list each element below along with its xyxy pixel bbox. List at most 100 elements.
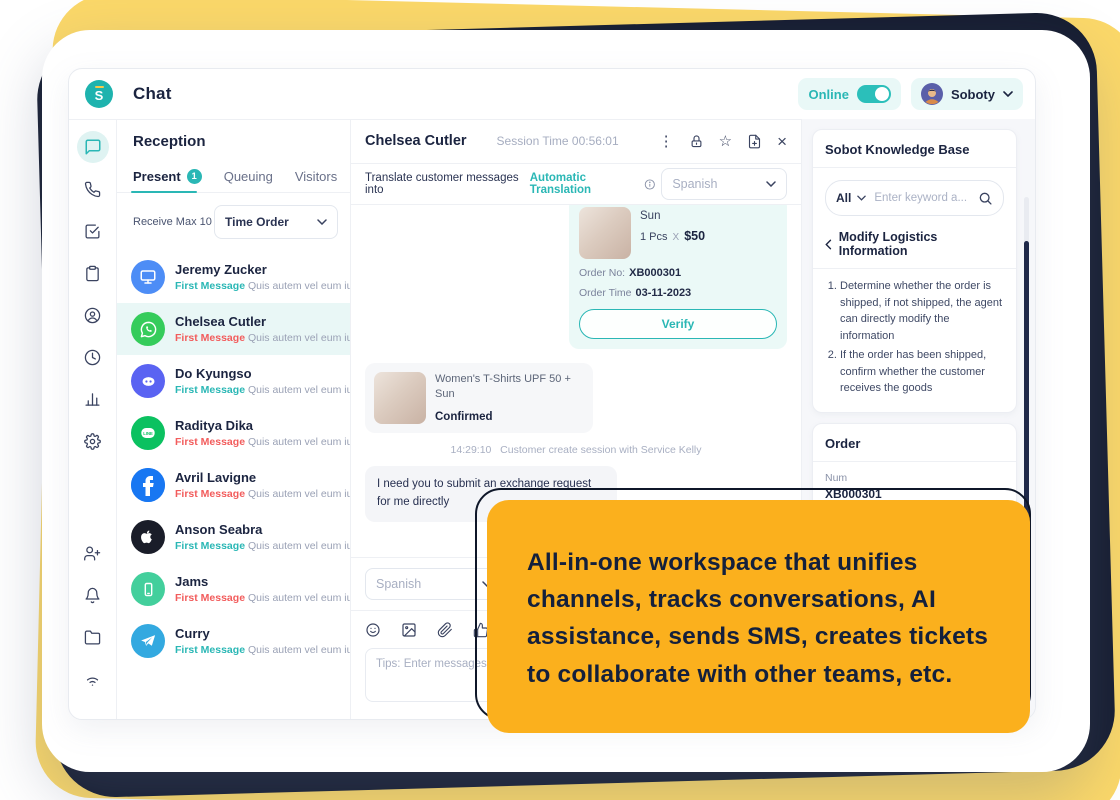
nav-settings-icon[interactable] [77,425,109,457]
first-message-label: First Message [175,436,245,448]
chevron-down-icon [317,219,327,225]
message-preview: Quis autem vel eum iu... [248,488,351,500]
facebook-icon [131,468,165,502]
avatar [921,83,943,105]
svg-text:LINE: LINE [143,431,153,436]
first-message-label: First Message [175,488,245,500]
order-card-title: Order [825,436,1004,451]
hero-image: S Chat Online Soboty [0,0,1120,800]
contact-name: Jams [175,574,351,589]
tab-present-label: Present [133,169,181,184]
scrollbar-thumb[interactable] [1024,241,1029,537]
first-message-label: First Message [175,644,245,656]
discord-icon [131,364,165,398]
nav-call-icon[interactable] [77,173,109,205]
chevron-down-icon [766,181,776,187]
message-preview: Quis autem vel eum iu... [248,540,351,552]
tab-present[interactable]: Present 1 [133,169,202,184]
list-item[interactable]: LINE Raditya Dika First Message Quis aut… [117,407,350,459]
product-image [374,372,426,424]
online-status-pill: Online [798,78,900,110]
line-icon: LINE [131,416,165,450]
list-item[interactable]: Jams First Message Quis autem vel eum iu… [117,563,350,615]
star-icon[interactable]: ☆ [719,134,732,149]
contact-name: Chelsea Cutler [175,314,351,329]
present-count-badge: 1 [187,169,202,184]
user-name: Soboty [951,87,995,102]
more-icon[interactable]: ⋮ [659,134,674,149]
search-filter[interactable]: All [836,191,851,205]
field-label: Num [825,472,1004,484]
nav-ticket-icon[interactable] [77,257,109,289]
message-preview: Quis autem vel eum iu... [248,592,351,604]
message-preview: Quis autem vel eum iu... [248,332,351,344]
product-status: Confirmed [435,411,584,423]
emoji-icon[interactable] [365,622,381,638]
nav-history-icon[interactable] [77,341,109,373]
sort-order-select[interactable]: Time Order [214,205,338,239]
nav-notifications-icon[interactable] [77,579,109,611]
lock-icon[interactable] [689,134,704,149]
info-icon[interactable] [644,178,656,191]
article-title: Modify Logistics Information [839,230,1004,258]
tab-queuing[interactable]: Queuing [224,169,273,184]
knowledge-base-card: Sobot Knowledge Base All Modify Logistic… [812,129,1017,413]
list-item-selected[interactable]: Chelsea Cutler First Message Quis autem … [117,303,350,355]
first-message-label: First Message [175,332,245,344]
top-bar: S Chat Online Soboty [69,69,1035,120]
online-label: Online [808,87,848,102]
translate-mode-link[interactable]: Automatic Translation [530,172,638,196]
callout: All-in-one workspace that unifies channe… [487,500,1030,733]
list-item[interactable]: Jeremy Zucker First Message Quis autem v… [117,251,350,303]
nav-analytics-icon[interactable] [77,383,109,415]
product-image [579,207,631,259]
article-header[interactable]: Modify Logistics Information [825,230,1004,258]
contact-name: Anson Seabra [175,522,351,537]
sobot-logo-icon: S [85,80,113,108]
message-preview: Quis autem vel eum iu... [248,436,351,448]
file-add-icon[interactable] [747,134,762,149]
knowledge-search[interactable]: All [825,180,1004,216]
attachment-icon[interactable] [437,622,453,638]
list-item[interactable]: Anson Seabra First Message Quis autem ve… [117,511,350,563]
message-preview: Quis autem vel eum iu... [248,280,351,292]
nav-agent-add-icon[interactable] [77,537,109,569]
verify-button[interactable]: Verify [579,309,777,339]
chevron-down-icon [857,195,866,201]
tab-visitors[interactable]: Visitors [295,169,337,184]
active-tab-underline [131,191,197,194]
message-preview: Quis autem vel eum iu... [248,644,351,656]
first-message-label: First Message [175,540,245,552]
image-icon[interactable] [401,622,417,638]
callout-text: All-in-one workspace that unifies channe… [527,544,990,693]
product-name: Sun [640,210,705,222]
chat-contact-name: Chelsea Cutler [365,133,467,149]
search-icon[interactable] [978,191,993,206]
order-number: XB000301 [629,267,681,279]
order-message-card: Sun 1 Pcs X $50 Order No:XB000301 Order … [569,205,787,349]
user-menu[interactable]: Soboty [911,78,1023,110]
translate-language-select[interactable]: Spanish [661,168,787,200]
nav-customer-icon[interactable] [77,299,109,331]
web-chat-icon [131,260,165,294]
list-item[interactable]: Do Kyungso First Message Quis autem vel … [117,355,350,407]
nav-chat-icon[interactable] [77,131,109,163]
nav-network-icon[interactable] [77,663,109,695]
order-time: 03-11-2023 [636,287,692,299]
translate-bar: Translate customer messages into Automat… [351,164,801,205]
article-steps: Determine whether the order is shipped, … [825,278,1004,397]
receive-max-label: Receive Max 10 [133,216,212,228]
contact-name: Do Kyungso [175,366,351,381]
list-item[interactable]: Avril Lavigne First Message Quis autem v… [117,459,350,511]
nav-files-icon[interactable] [77,621,109,653]
first-message-label: First Message [175,384,245,396]
online-toggle[interactable] [857,85,891,103]
list-item[interactable]: Curry First Message Quis autem vel eum i… [117,615,350,667]
nav-tasks-icon[interactable] [77,215,109,247]
nav-rail [69,119,117,719]
first-message-label: First Message [175,592,245,604]
search-input[interactable] [872,191,972,205]
article-step: Determine whether the order is shipped, … [840,278,1004,344]
close-icon[interactable]: × [777,133,787,150]
mobile-app-icon [131,572,165,606]
